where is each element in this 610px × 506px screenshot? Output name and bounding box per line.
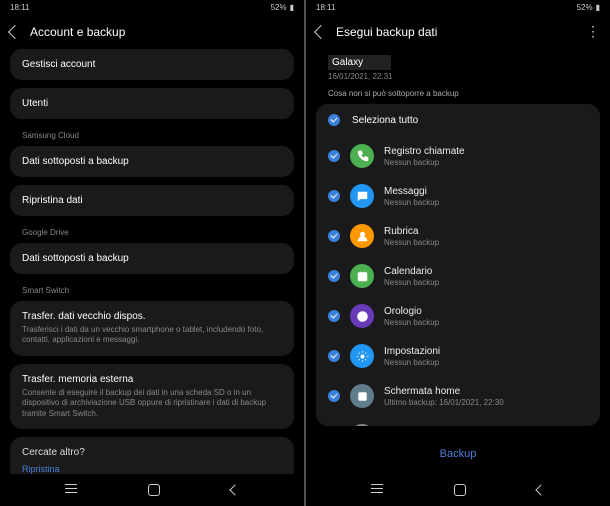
item-title: Schermata home [384,386,588,397]
checkbox-icon[interactable] [328,350,340,362]
backup-item[interactable]: Messaggi Nessun backup [316,176,600,216]
item-transfer-external[interactable]: Trasfer. memoria esterna Consente di ese… [10,364,294,429]
backup-button[interactable]: Backup [316,434,600,474]
item-title: Rubrica [384,226,588,237]
item-subtitle: Nessun backup [384,238,588,247]
backup-note[interactable]: Cosa non si può sottoporre a backup [316,83,600,104]
device-date: 16/01/2021, 22:31 [328,72,588,81]
page-title: Account e backup [30,25,284,39]
checkbox-icon[interactable] [328,390,340,402]
statusbar: 18:11 52%▮ [0,0,304,15]
device-name: Galaxy [328,55,391,70]
msg-icon [350,184,374,208]
item-title: Applicazioni [384,426,588,427]
item-users[interactable]: Utenti [10,88,294,119]
item-subtitle: Nessun backup [384,358,588,367]
backup-item[interactable]: Rubrica Nessun backup [316,216,600,256]
backup-item[interactable]: Orologio Nessun backup [316,296,600,336]
nav-back[interactable] [229,484,240,495]
page-title: Esegui backup dati [336,25,576,39]
status-battery: 52% [577,3,593,12]
select-all-label: Seleziona tutto [352,115,418,126]
looking-for-more: Cercate altro? Ripristina Samsung Cloud [10,437,294,474]
item-subtitle: Nessun backup [384,318,588,327]
apps-icon [350,424,374,426]
screen-backup-data: 18:11 52%▮ Esegui backup dati ⋮ Galaxy 1… [306,0,610,506]
nav-back[interactable] [535,484,546,495]
status-time: 18:11 [10,3,29,12]
item-transfer-old[interactable]: Trasfer. dati vecchio dispos. Trasferisc… [10,301,294,356]
checkbox-icon[interactable] [328,230,340,242]
backup-item[interactable]: Registro chiamate Nessun backup [316,136,600,176]
navbar [0,474,304,506]
item-subtitle: Nessun backup [384,198,588,207]
item-backup-google[interactable]: Dati sottoposti a backup [10,243,294,274]
back-icon[interactable] [8,25,22,39]
select-all[interactable]: Seleziona tutto [316,104,600,136]
backup-item[interactable]: Schermata home Ultimo backup: 16/01/2021… [316,376,600,416]
device-info: Galaxy 16/01/2021, 22:31 [316,48,600,83]
cal-icon [350,264,374,288]
clock-icon [350,304,374,328]
item-subtitle: Consente di eseguire il backup dei dati … [22,388,282,419]
contact-icon [350,224,374,248]
statusbar: 18:11 52%▮ [306,0,610,15]
item-title: Impostazioni [384,346,588,357]
item-subtitle: Nessun backup [384,158,588,167]
item-subtitle: Trasferisci i dati da un vecchio smartph… [22,325,282,346]
nav-home[interactable] [454,484,466,496]
link-restore[interactable]: Ripristina [22,464,282,474]
header: Esegui backup dati ⋮ [306,15,610,48]
item-title: Trasfer. dati vecchio dispos. [22,311,282,322]
navbar [306,474,610,506]
more-title: Cercate altro? [22,447,282,458]
back-icon[interactable] [314,24,328,38]
phone-icon [350,144,374,168]
screen-accounts-backup: 18:11 52%▮ Account e backup Gestisci acc… [0,0,304,506]
item-backup-samsung[interactable]: Dati sottoposti a backup [10,146,294,177]
checkbox-icon[interactable] [328,270,340,282]
backup-item[interactable]: Impostazioni Nessun backup [316,336,600,376]
status-time: 18:11 [316,3,335,12]
item-restore[interactable]: Ripristina dati [10,185,294,216]
section-google-drive: Google Drive [10,224,294,243]
checkbox-icon[interactable] [328,150,340,162]
item-subtitle: Ultimo backup: 16/01/2021, 22:30 [384,398,588,407]
item-title: Registro chiamate [384,146,588,157]
item-title: Orologio [384,306,588,317]
backup-item[interactable]: Applicazioni Ultimo backup: 16/01/2021, … [316,416,600,426]
home-icon [350,384,374,408]
section-smart-switch: Smart Switch [10,282,294,301]
section-samsung-cloud: Samsung Cloud [10,127,294,146]
gear-icon [350,344,374,368]
nav-recent[interactable] [371,488,383,493]
backup-list: Seleziona tutto Registro chiamate Nessun… [316,104,600,426]
more-icon[interactable]: ⋮ [586,23,600,40]
header: Account e backup [0,15,304,49]
item-title: Trasfer. memoria esterna [22,374,282,385]
checkbox-icon[interactable] [328,114,340,126]
nav-home[interactable] [148,484,160,496]
item-manage-accounts[interactable]: Gestisci account [10,49,294,80]
item-title: Messaggi [384,186,588,197]
nav-recent[interactable] [65,488,77,493]
checkbox-icon[interactable] [328,190,340,202]
checkbox-icon[interactable] [328,310,340,322]
backup-item[interactable]: Calendario Nessun backup [316,256,600,296]
item-subtitle: Nessun backup [384,278,588,287]
status-battery: 52% [271,3,287,12]
item-title: Calendario [384,266,588,277]
